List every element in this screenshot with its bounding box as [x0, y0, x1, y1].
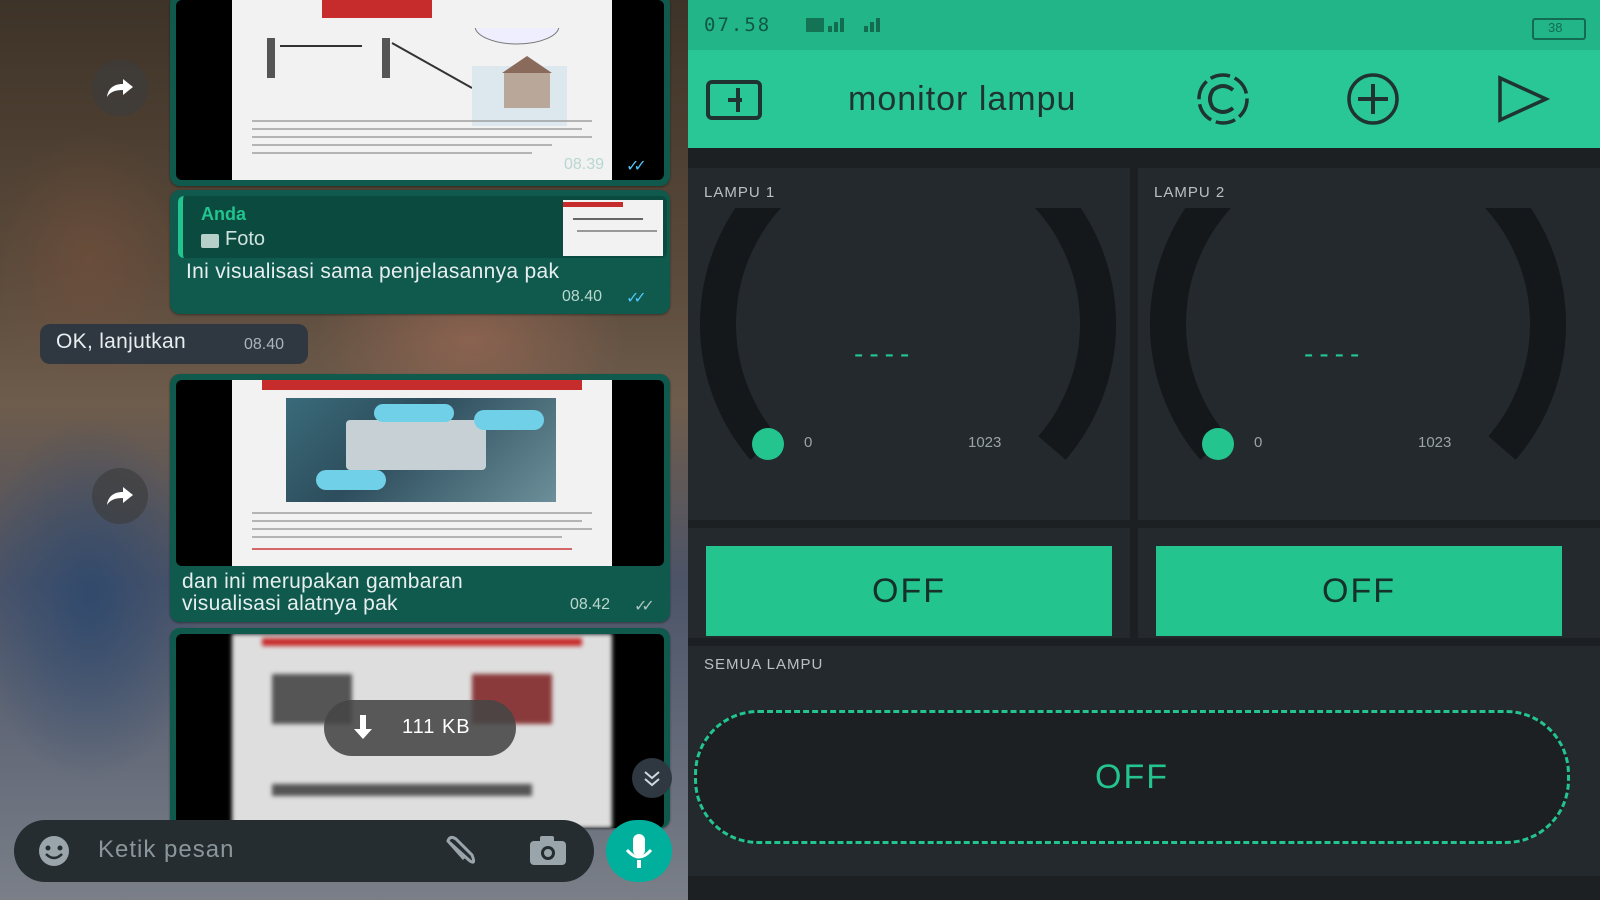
read-receipt-icon: ✓✓: [626, 290, 647, 307]
status-time: 07.58: [704, 14, 772, 36]
message-input[interactable]: Ketik pesan: [98, 836, 234, 864]
outgoing-reply-message[interactable]: Anda Foto Ini visualisasi sama penjelasa…: [170, 190, 670, 314]
all-lamps-label: SEMUA LAMPU: [704, 656, 824, 673]
forward-icon: [107, 79, 133, 97]
lampu-1-toggle-button[interactable]: OFF: [706, 546, 1112, 636]
emoji-icon[interactable]: [36, 833, 72, 869]
status-bar: 07.58 38: [688, 0, 1600, 50]
signal-icon: [806, 18, 880, 32]
device-icon[interactable]: [702, 76, 772, 124]
all-lamps-tile: SEMUA LAMPU OFF: [688, 646, 1600, 876]
gauge-min: 0: [804, 434, 813, 451]
lampu-2-toggle-button[interactable]: OFF: [1156, 546, 1562, 636]
voice-message-button[interactable]: [606, 820, 672, 882]
gauge-label: LAMPU 2: [1154, 184, 1226, 201]
forward-button[interactable]: [92, 468, 148, 524]
gauge-value: ----: [854, 338, 916, 369]
gauge-lampu-1[interactable]: LAMPU 1 ---- 0 1023: [688, 168, 1130, 520]
message-input-bar: Ketik pesan: [14, 820, 594, 882]
incoming-message[interactable]: OK, lanjutkan 08.40: [40, 324, 308, 364]
add-widget-icon[interactable]: [1338, 72, 1408, 126]
download-size: 111 KB: [402, 716, 471, 738]
message-time: 08.40: [244, 336, 285, 353]
document-page: [232, 0, 612, 180]
scroll-down-button[interactable]: [632, 758, 672, 798]
button-label: OFF: [1095, 757, 1169, 796]
gauge-value: ----: [1304, 338, 1366, 369]
device-photo: [286, 398, 556, 502]
outgoing-image-message[interactable]: 08.39 ✓✓: [170, 0, 670, 186]
outgoing-image-message[interactable]: dan ini merupakan gambaran visualisasi a…: [170, 374, 670, 622]
message-text: OK, lanjutkan: [56, 330, 186, 353]
gauge-lampu-2[interactable]: LAMPU 2 ---- 0 1023: [1138, 168, 1600, 520]
document-page: [232, 380, 612, 566]
reply-kind: Foto: [225, 228, 266, 250]
gauge-max: 1023: [968, 434, 1002, 451]
download-button[interactable]: 111 KB: [324, 700, 516, 756]
microphone-icon: [625, 834, 653, 868]
chat-panel: 08.39 ✓✓ Anda Foto Ini visualisasi sama …: [0, 0, 688, 900]
forward-button[interactable]: [92, 60, 148, 116]
gauge-label: LAMPU 1: [704, 184, 776, 201]
all-lamps-toggle-button[interactable]: OFF: [694, 710, 1570, 844]
image-thumbnail[interactable]: 08.39 ✓✓: [176, 0, 664, 180]
message-time: 08.42: [570, 596, 611, 613]
outgoing-image-message[interactable]: 111 KB: [170, 628, 670, 828]
blynk-app: 07.58 38 monitor lampu LAMPU 1 ---- 0 10…: [688, 0, 1600, 900]
project-title: monitor lampu: [848, 80, 1077, 118]
connection-icon[interactable]: [1188, 72, 1258, 126]
doc-header-bar: [262, 380, 582, 390]
gauge-arc: [1150, 208, 1566, 460]
play-icon[interactable]: [1488, 72, 1558, 126]
message-time: 08.40: [562, 288, 603, 305]
image-thumbnail[interactable]: [176, 380, 664, 566]
message-text: Ini visualisasi sama penjelasannya pak: [186, 260, 560, 283]
camera-icon[interactable]: [528, 833, 568, 869]
battery-icon: 38: [1532, 18, 1586, 40]
gauge-min: 0: [1254, 434, 1263, 451]
reply-author: Anda: [201, 204, 246, 224]
button-label: OFF: [872, 571, 946, 610]
battery-level: 38: [1548, 20, 1563, 35]
delivered-receipt-icon: ✓✓: [634, 598, 655, 615]
button-label: OFF: [1322, 571, 1396, 610]
download-icon: [354, 715, 372, 739]
photo-icon: [201, 234, 219, 248]
app-bar: monitor lampu: [688, 50, 1600, 148]
message-time: 08.39: [564, 156, 605, 173]
quoted-reply[interactable]: Anda Foto: [178, 196, 667, 258]
gauge-max: 1023: [1418, 434, 1452, 451]
scroll-down-icon: [644, 771, 660, 787]
read-receipt-icon: ✓✓: [626, 158, 647, 175]
blurred-image[interactable]: 111 KB: [176, 634, 664, 828]
forward-icon: [107, 487, 133, 505]
reply-thumbnail: [563, 200, 663, 256]
doc-header-bar: [322, 0, 432, 18]
button-tile-lampu-2: OFF: [1138, 528, 1600, 638]
caption-line-1: dan ini merupakan gambaran: [182, 570, 463, 593]
caption-line-2: visualisasi alatnya pak: [182, 592, 398, 615]
paperclip-icon[interactable]: [442, 833, 482, 869]
button-tile-lampu-1: OFF: [688, 528, 1130, 638]
